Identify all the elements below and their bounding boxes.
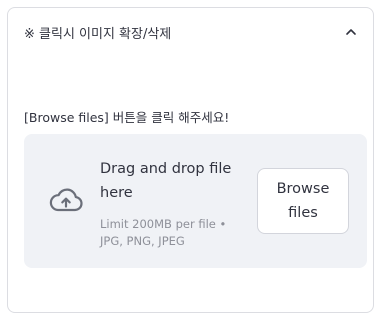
dropzone-instructions: Drag and drop file here — [100, 161, 232, 201]
file-dropzone[interactable]: Drag and drop file here Limit 200MB per … — [24, 134, 367, 268]
chevron-up-icon[interactable] — [345, 26, 357, 38]
file-limit-text: Limit 200MB per file • JPG, PNG, JPEG — [100, 217, 227, 248]
cloud-upload-icon — [49, 188, 83, 212]
expander-header[interactable]: ※ 클릭시 이미지 확장/삭제 — [8, 8, 373, 60]
browse-files-button[interactable]: Browse files — [257, 168, 349, 234]
expander-title: ※ 클릭시 이미지 확장/삭제 — [24, 27, 172, 42]
expander-panel: ※ 클릭시 이미지 확장/삭제 [Browse files] 버튼을 클릭 해주… — [7, 7, 374, 313]
upload-instruction: [Browse files] 버튼을 클릭 해주세요! — [24, 110, 230, 125]
